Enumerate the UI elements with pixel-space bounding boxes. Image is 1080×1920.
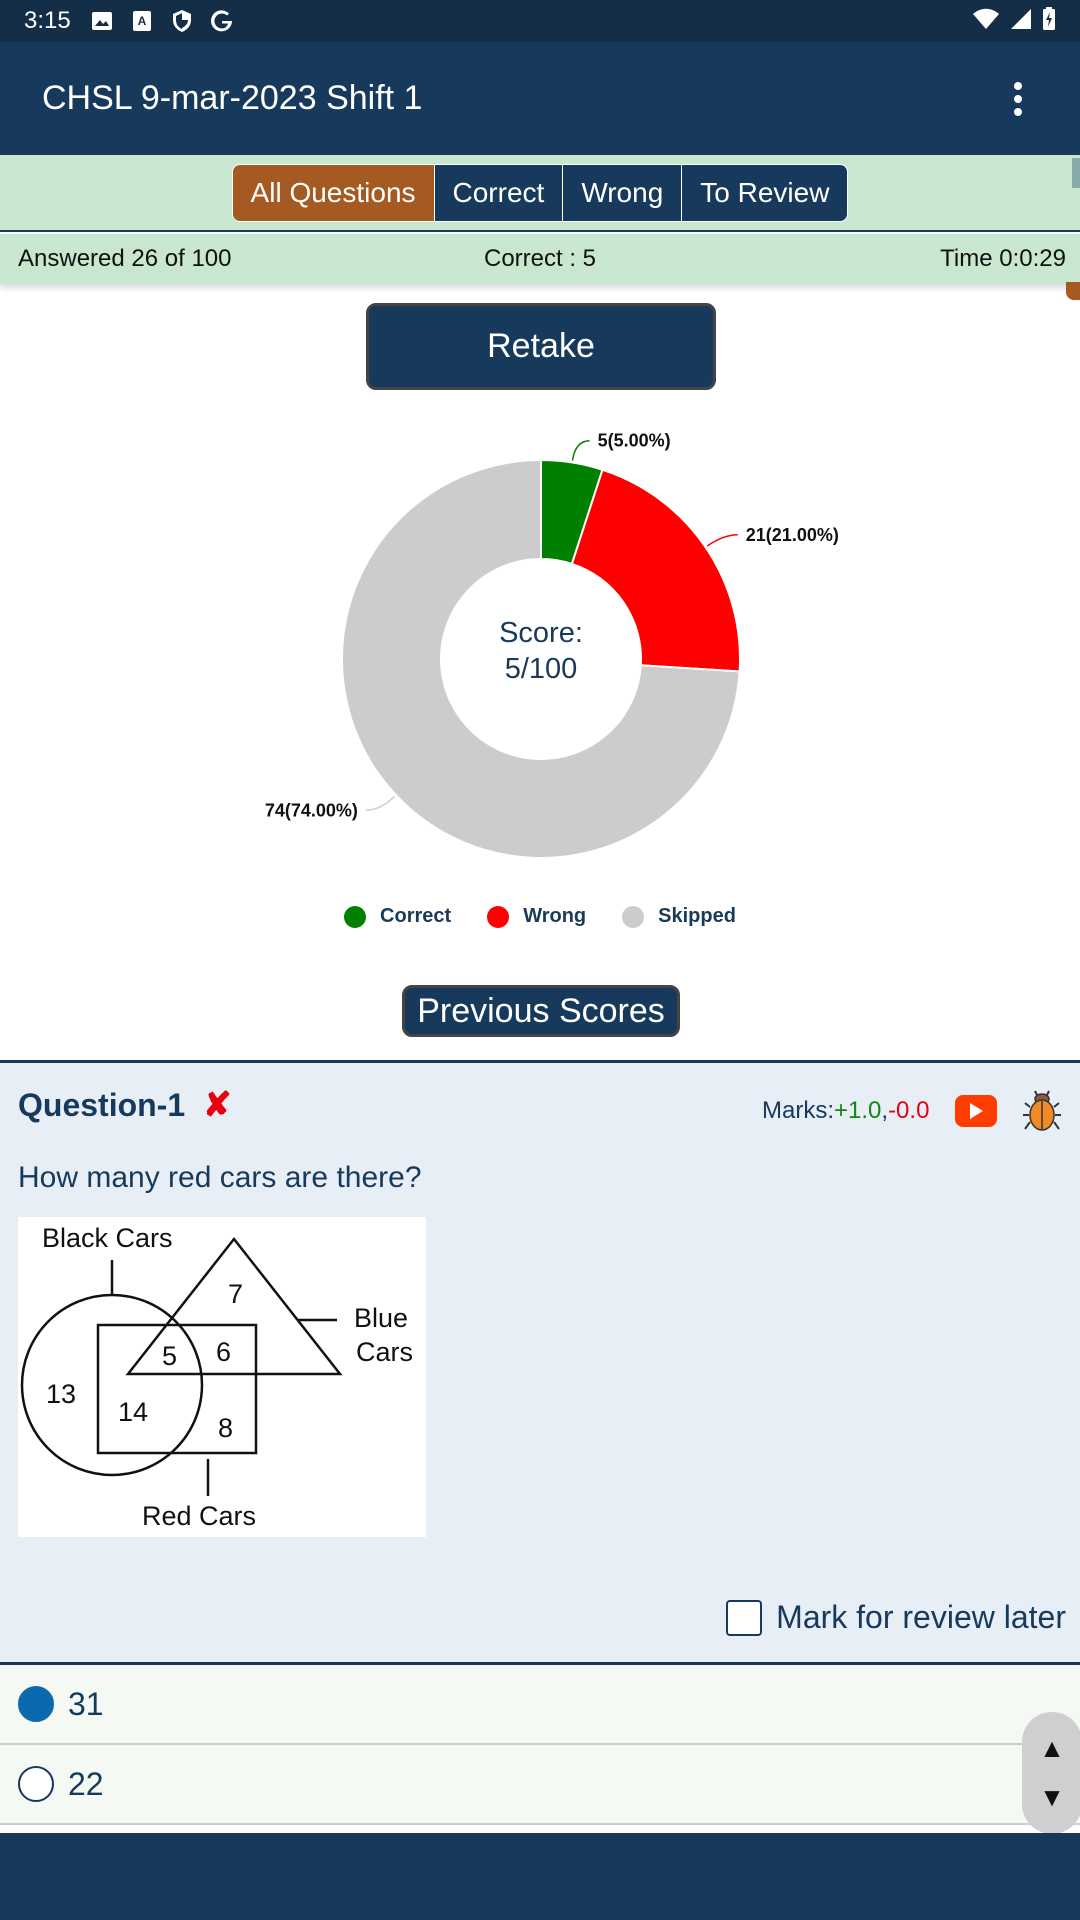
marks-negative: -0.0 <box>888 1097 930 1124</box>
legend-item-wrong[interactable]: Wrong <box>487 905 586 928</box>
diagram-number: 5 <box>162 1341 177 1371</box>
font-a-icon: A <box>129 8 155 34</box>
tab-correct[interactable]: Correct <box>433 164 563 221</box>
question-text: How many red cars are there? <box>18 1161 422 1194</box>
answer-options: 31 22 <box>0 1662 1080 1825</box>
google-g-icon <box>209 8 235 34</box>
legend-item-skipped[interactable]: Skipped <box>622 905 736 928</box>
option-radio-selected[interactable] <box>18 1686 54 1722</box>
tab-wrong[interactable]: Wrong <box>562 164 682 221</box>
tab-all-questions[interactable]: All Questions <box>232 164 434 221</box>
wrong-cross-icon: ✘ <box>203 1086 232 1124</box>
review-label: Mark for review later <box>776 1599 1066 1635</box>
donut-slice-wrong[interactable] <box>570 468 741 673</box>
mark-for-review[interactable]: Mark for review later <box>726 1599 1066 1636</box>
diagram-number: 7 <box>228 1279 243 1309</box>
marks-label: Marks: <box>762 1097 834 1124</box>
legend-label-correct: Correct <box>380 905 452 927</box>
legend-item-correct[interactable]: Correct <box>344 905 451 928</box>
bottom-bar <box>0 1833 1080 1920</box>
status-time: 3:15 <box>24 7 71 34</box>
option-item[interactable]: 22 <box>0 1745 1080 1825</box>
battery-charging-icon <box>1042 6 1056 36</box>
scroll-up-icon[interactable]: ▲ <box>1039 1733 1065 1764</box>
diagram-label-black-cars: Black Cars <box>42 1223 173 1253</box>
diagram-label-cars: Cars <box>356 1337 413 1367</box>
leader-line-correct <box>571 439 590 461</box>
scrollbar-thumb[interactable] <box>1072 158 1080 188</box>
signal-icon <box>1010 8 1032 35</box>
diagram-label-blue: Blue <box>354 1303 408 1333</box>
report-bug-icon[interactable] <box>1020 1089 1064 1133</box>
question-title: Question-1 <box>18 1086 186 1123</box>
score-donut-chart: 5(5.00%) 21(21.00%) 74(74.00%) Score: 5/10… <box>265 431 839 859</box>
answered-count: Answered 26 of 100 <box>18 245 232 272</box>
leader-line-skipped <box>365 796 395 812</box>
stats-row: Answered 26 of 100 Correct : 5 Time 0:0:… <box>0 234 1080 284</box>
page-title: CHSL 9-mar-2023 Shift 1 <box>42 79 423 117</box>
wifi-icon <box>972 8 1000 35</box>
diagram-number: 13 <box>46 1379 76 1409</box>
center-label-score: Score: <box>499 617 583 649</box>
legend-dot-wrong <box>487 905 510 928</box>
diagram-number: 6 <box>216 1337 231 1367</box>
filter-bar: All Questions Correct Wrong To Review <box>0 155 1080 232</box>
scroll-nav: ▲ ▼ <box>1022 1712 1080 1834</box>
question-image-venn-diagram: Black Cars Blue Cars Red Cars 7 5 6 13 1… <box>18 1217 426 1537</box>
option-label: 31 <box>68 1685 104 1722</box>
center-label-value: 5/100 <box>505 653 578 685</box>
image-icon <box>89 8 115 34</box>
elapsed-time: Time 0:0:29 <box>940 245 1066 272</box>
youtube-play-icon[interactable] <box>955 1095 997 1127</box>
review-checkbox[interactable] <box>726 1599 763 1636</box>
data-label-wrong: 21(21.00%) <box>746 525 839 545</box>
data-label-correct: 5(5.00%) <box>598 431 671 451</box>
shield-icon <box>169 8 195 34</box>
svg-text:A: A <box>137 14 146 28</box>
diagram-label-red-cars: Red Cars <box>142 1501 256 1531</box>
marks-info: Marks:+1.0,-0.0 <box>762 1097 929 1125</box>
retake-button[interactable]: Retake <box>366 303 716 390</box>
option-item[interactable]: 31 <box>0 1665 1080 1745</box>
leader-line-wrong <box>706 534 738 547</box>
legend-label-wrong: Wrong <box>523 905 587 927</box>
option-label: 22 <box>68 1765 104 1802</box>
chart-legend: Correct Wrong Skipped <box>0 905 1080 928</box>
scroll-down-icon[interactable]: ▼ <box>1039 1782 1065 1813</box>
data-label-skipped: 74(74.00%) <box>265 800 358 820</box>
more-vert-icon[interactable] <box>998 69 1038 129</box>
tab-to-review[interactable]: To Review <box>681 164 848 221</box>
option-radio[interactable] <box>18 1766 54 1802</box>
legend-dot-correct <box>344 905 367 928</box>
previous-scores-button[interactable]: Previous Scores <box>402 985 680 1037</box>
status-bar: 3:15 A <box>0 0 1080 42</box>
diagram-number: 14 <box>118 1397 148 1427</box>
legend-dot-skipped <box>622 905 645 928</box>
question-header: Question-1 ✘ <box>18 1085 232 1125</box>
side-handle[interactable] <box>1066 282 1080 300</box>
marks-positive: +1.0 <box>834 1097 882 1124</box>
legend-label-skipped: Skipped <box>658 905 736 927</box>
app-bar: CHSL 9-mar-2023 Shift 1 <box>0 42 1080 155</box>
filter-tabs: All Questions Correct Wrong To Review <box>231 163 849 222</box>
question-card: Question-1 ✘ Marks:+1.0,-0.0 How many re… <box>0 1060 1080 1662</box>
diagram-number: 8 <box>218 1413 233 1443</box>
